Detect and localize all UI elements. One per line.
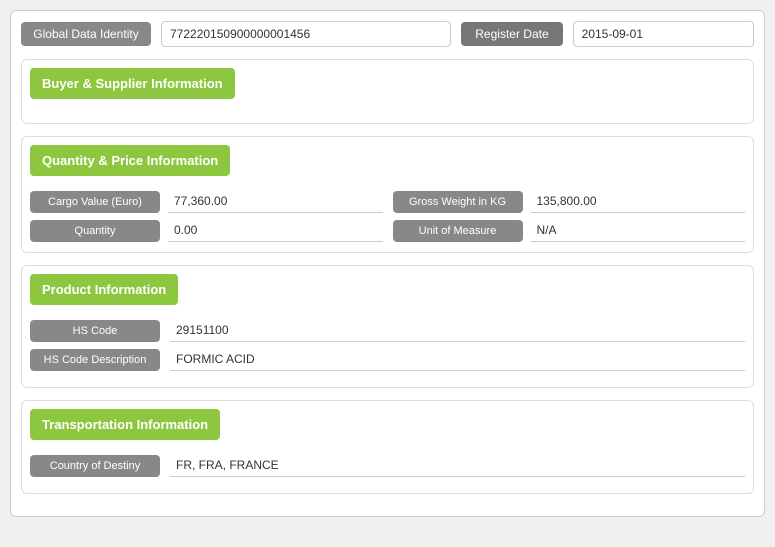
hs-code-desc-row: HS Code Description FORMIC ACID <box>30 348 745 371</box>
hs-code-desc-value: FORMIC ACID <box>170 348 745 371</box>
cargo-value-label: Cargo Value (Euro) <box>30 191 160 213</box>
hs-code-label: HS Code <box>30 320 160 342</box>
quantity-price-row1: Cargo Value (Euro) 77,360.00 Gross Weigh… <box>30 190 745 213</box>
hs-code-desc-label: HS Code Description <box>30 349 160 371</box>
gross-weight-value: 135,800.00 <box>531 190 746 213</box>
header-row: Global Data Identity 7722201509000000014… <box>21 21 754 47</box>
buyer-supplier-body <box>22 107 753 123</box>
unit-of-measure-label: Unit of Measure <box>393 220 523 242</box>
cargo-value-value: 77,360.00 <box>168 190 383 213</box>
page-container: Global Data Identity 7722201509000000014… <box>10 10 765 517</box>
quantity-price-body: Cargo Value (Euro) 77,360.00 Gross Weigh… <box>22 184 753 252</box>
country-destiny-row: Country of Destiny FR, FRA, FRANCE <box>30 454 745 477</box>
product-info-section: Product Information HS Code 29151100 HS … <box>21 265 754 388</box>
product-info-body: HS Code 29151100 HS Code Description FOR… <box>22 313 753 387</box>
quantity-col: Quantity 0.00 <box>30 219 383 242</box>
global-data-identity-label: Global Data Identity <box>21 22 151 46</box>
quantity-value: 0.00 <box>168 219 383 242</box>
cargo-value-col: Cargo Value (Euro) 77,360.00 <box>30 190 383 213</box>
global-data-identity-value: 772220150900000001456 <box>161 21 451 47</box>
quantity-price-section: Quantity & Price Information Cargo Value… <box>21 136 754 253</box>
transportation-body: Country of Destiny FR, FRA, FRANCE <box>22 448 753 493</box>
hs-code-row: HS Code 29151100 <box>30 319 745 342</box>
buyer-supplier-title: Buyer & Supplier Information <box>30 68 235 99</box>
transportation-section: Transportation Information Country of De… <box>21 400 754 494</box>
unit-of-measure-value: N/A <box>531 219 746 242</box>
register-date-label: Register Date <box>461 22 562 46</box>
country-destiny-value: FR, FRA, FRANCE <box>170 454 745 477</box>
gross-weight-col: Gross Weight in KG 135,800.00 <box>393 190 746 213</box>
product-info-title: Product Information <box>30 274 178 305</box>
country-destiny-label: Country of Destiny <box>30 455 160 477</box>
gross-weight-label: Gross Weight in KG <box>393 191 523 213</box>
transportation-title: Transportation Information <box>30 409 220 440</box>
hs-code-value: 29151100 <box>170 319 745 342</box>
quantity-label: Quantity <box>30 220 160 242</box>
unit-of-measure-col: Unit of Measure N/A <box>393 219 746 242</box>
quantity-price-row2: Quantity 0.00 Unit of Measure N/A <box>30 219 745 242</box>
register-date-value: 2015-09-01 <box>573 21 754 47</box>
quantity-price-title: Quantity & Price Information <box>30 145 230 176</box>
buyer-supplier-section: Buyer & Supplier Information <box>21 59 754 124</box>
